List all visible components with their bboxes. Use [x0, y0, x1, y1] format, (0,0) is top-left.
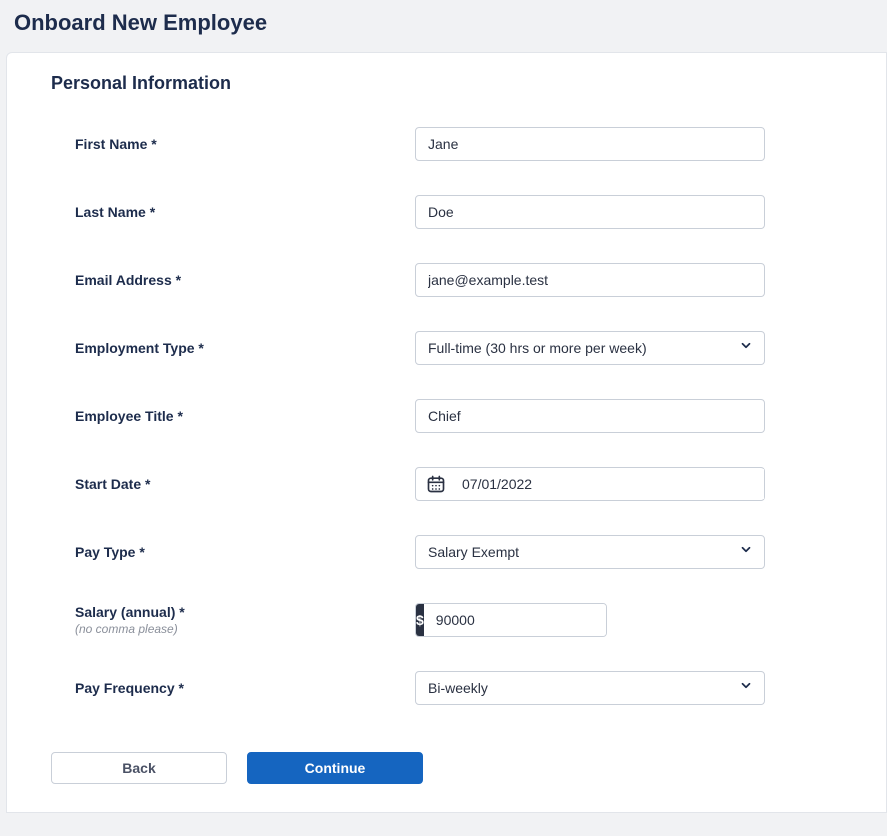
salary-field: $: [415, 603, 607, 637]
pay-frequency-select[interactable]: Bi-weekly: [415, 671, 765, 705]
page-title: Onboard New Employee: [0, 0, 887, 46]
personal-info-form: First Name * Last Name * Email Address *: [7, 110, 886, 722]
label-employee-title: Employee Title *: [75, 408, 415, 424]
label-employment-type: Employment Type *: [75, 340, 415, 356]
section-title: Personal Information: [7, 73, 886, 110]
calendar-icon: [416, 474, 456, 494]
row-start-date: Start Date *: [75, 450, 842, 518]
label-pay-type: Pay Type *: [75, 544, 415, 560]
dollar-prefix: $: [416, 604, 424, 636]
hint-salary: (no comma please): [75, 622, 415, 636]
back-button[interactable]: Back: [51, 752, 227, 784]
row-employee-title: Employee Title *: [75, 382, 842, 450]
row-last-name: Last Name *: [75, 178, 842, 246]
email-input[interactable]: [415, 263, 765, 297]
employment-type-select[interactable]: Full-time (30 hrs or more per week): [415, 331, 765, 365]
label-pay-frequency: Pay Frequency *: [75, 680, 415, 696]
salary-input[interactable]: [424, 604, 607, 636]
start-date-input[interactable]: [456, 469, 764, 499]
label-last-name: Last Name *: [75, 204, 415, 220]
first-name-input[interactable]: [415, 127, 765, 161]
row-salary: Salary (annual) * (no comma please) $: [75, 586, 842, 654]
row-email: Email Address *: [75, 246, 842, 314]
continue-button[interactable]: Continue: [247, 752, 423, 784]
form-actions: Back Continue: [7, 722, 886, 784]
row-first-name: First Name *: [75, 110, 842, 178]
label-email: Email Address *: [75, 272, 415, 288]
label-start-date: Start Date *: [75, 476, 415, 492]
label-first-name: First Name *: [75, 136, 415, 152]
label-salary: Salary (annual) *: [75, 604, 415, 620]
form-card: Personal Information First Name * Last N…: [6, 52, 887, 813]
start-date-field[interactable]: [415, 467, 765, 501]
row-pay-frequency: Pay Frequency * Bi-weekly: [75, 654, 842, 722]
row-pay-type: Pay Type * Salary Exempt: [75, 518, 842, 586]
pay-type-select[interactable]: Salary Exempt: [415, 535, 765, 569]
row-employment-type: Employment Type * Full-time (30 hrs or m…: [75, 314, 842, 382]
employee-title-input[interactable]: [415, 399, 765, 433]
last-name-input[interactable]: [415, 195, 765, 229]
